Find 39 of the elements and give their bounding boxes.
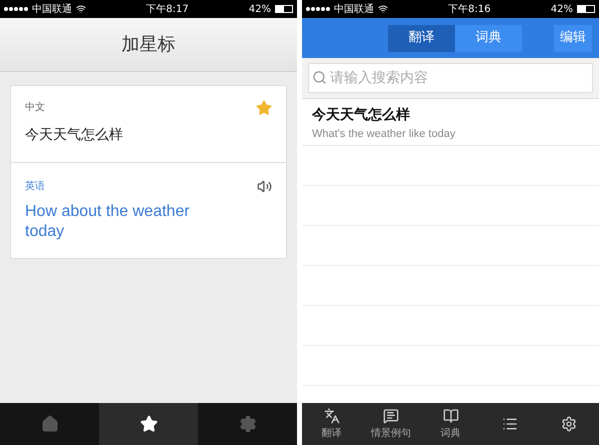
chat-icon — [383, 408, 400, 424]
battery-icon — [274, 5, 293, 13]
carrier-text: 中国联通 — [32, 2, 72, 16]
speaker-icon[interactable] — [257, 179, 272, 194]
history-text: 今天天气怎么样 — [312, 106, 411, 125]
language-label: 中文 — [25, 100, 46, 115]
history-row[interactable]: 今天天气怎么样 What's the weather like today — [302, 99, 599, 146]
edit-button[interactable]: 编辑 — [554, 24, 592, 52]
source-text: 今天天气怎么样 — [25, 126, 123, 145]
page-title: 加星标 — [122, 33, 176, 57]
translate-icon — [324, 408, 340, 424]
language-label: 英语 — [25, 180, 46, 194]
signal-icon — [306, 7, 330, 11]
tab-bar-item[interactable]: 翻译 — [302, 403, 362, 445]
search-icon — [312, 70, 327, 85]
segment-tab[interactable]: 词典 — [455, 24, 522, 52]
tab-bar-item[interactable]: 词典 — [420, 403, 480, 445]
carrier-text: 中国联通 — [334, 2, 374, 16]
wifi-icon — [76, 4, 86, 14]
tab-bar-item[interactable] — [99, 403, 198, 445]
battery-icon — [576, 5, 595, 13]
tab-bar-item[interactable]: 情景例句 — [361, 403, 421, 445]
battery-text: 42% — [248, 2, 271, 16]
book-icon — [442, 408, 459, 424]
search-field[interactable]: 请输入搜索内容 — [308, 63, 593, 93]
wifi-icon — [378, 4, 388, 14]
gear-icon — [238, 415, 256, 433]
star-icon — [140, 415, 158, 433]
time-text: 下午8:16 — [448, 2, 491, 16]
home-icon — [40, 415, 58, 433]
history-translation: What's the weather like today — [312, 127, 456, 142]
signal-icon — [4, 7, 28, 11]
time-text: 下午8:17 — [146, 2, 189, 16]
segment-tab[interactable]: 翻译 — [388, 24, 455, 52]
star-icon[interactable] — [256, 100, 272, 116]
gear-icon — [561, 416, 578, 432]
list-icon — [502, 416, 518, 432]
battery-text: 42% — [550, 2, 573, 16]
translated-text: How about the weather today — [25, 202, 191, 242]
